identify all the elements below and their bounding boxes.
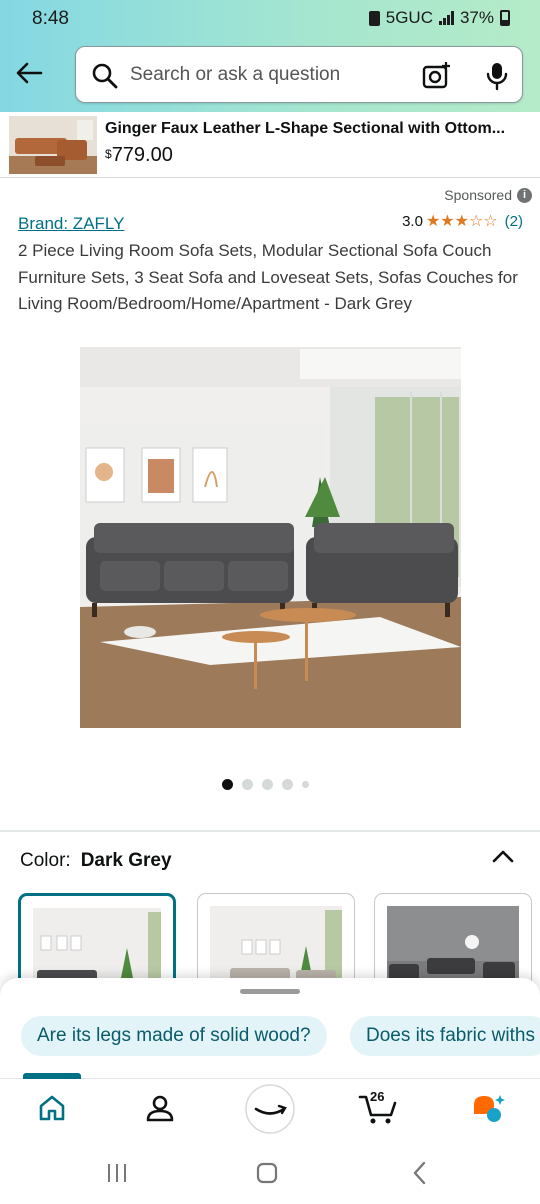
- nav-home[interactable]: [37, 1093, 67, 1128]
- status-bar: 8:48 5GUC 37%: [0, 0, 540, 38]
- carousel-dot[interactable]: [302, 781, 309, 788]
- product-image[interactable]: [80, 347, 461, 728]
- rufus-assistant-icon: [474, 1095, 505, 1122]
- nav-rufus[interactable]: [470, 1093, 506, 1130]
- suggested-question-chip[interactable]: Are its legs made of solid wood?: [21, 1016, 327, 1056]
- back-nav-icon[interactable]: [410, 1160, 430, 1186]
- star-rating-icon: ★ ★ ★ ☆ ☆: [425, 212, 498, 230]
- nav-account[interactable]: [145, 1093, 175, 1128]
- battery-percent: 37%: [459, 8, 494, 27]
- system-nav-bar: [0, 1144, 540, 1204]
- sponsored-label[interactable]: Sponsored i: [444, 187, 532, 203]
- nav-cart[interactable]: 26: [358, 1089, 398, 1130]
- back-button[interactable]: [12, 56, 46, 90]
- bottom-nav: 26: [0, 1073, 540, 1144]
- amazon-smile-icon: [245, 1084, 295, 1134]
- color-value: Dark Grey: [80, 850, 172, 871]
- status-right: 5GUC 37%: [368, 8, 510, 28]
- person-icon: [146, 1095, 174, 1122]
- status-time: 8:48: [32, 8, 69, 29]
- recent-item-price: $779.00: [105, 144, 173, 166]
- home-button-icon[interactable]: [255, 1160, 279, 1186]
- camera-search-icon[interactable]: [422, 61, 452, 91]
- product-title: 2 Piece Living Room Sofa Sets, Modular S…: [18, 241, 518, 313]
- recent-item-title: Ginger Faux Leather L-Shape Sectional wi…: [105, 120, 506, 137]
- battery-icon: [500, 10, 510, 26]
- star-filled-icon: ★: [440, 212, 455, 230]
- recent-item-thumbnail: [9, 116, 97, 174]
- carousel-indicator[interactable]: [222, 779, 309, 790]
- sheet-drag-handle[interactable]: [240, 989, 300, 994]
- search-bar[interactable]: Search or ask a question: [75, 46, 523, 103]
- microphone-icon[interactable]: [484, 61, 510, 91]
- carousel-dot[interactable]: [242, 779, 253, 790]
- rating-summary[interactable]: 3.0 ★ ★ ★ ☆ ☆ (2): [402, 213, 523, 230]
- suggested-question-chip[interactable]: Does its fabric withs: [350, 1016, 540, 1056]
- section-divider: [0, 830, 540, 832]
- info-icon: i: [517, 187, 532, 203]
- recent-apps-icon[interactable]: [105, 1160, 129, 1186]
- sim-icon: [368, 10, 380, 26]
- star-empty-icon: ☆: [483, 212, 498, 230]
- brand-link[interactable]: Brand: ZAFLY: [18, 214, 124, 234]
- rating-count: (2): [504, 213, 523, 230]
- nav-amazon-logo[interactable]: [244, 1083, 296, 1140]
- cart-count: 26: [370, 1089, 385, 1104]
- back-arrow-icon: [16, 62, 43, 84]
- chevron-up-icon[interactable]: [492, 848, 514, 864]
- questions-sheet: Are its legs made of solid wood? Does it…: [0, 978, 540, 1078]
- recently-viewed-item[interactable]: Ginger Faux Leather L-Shape Sectional wi…: [0, 112, 540, 178]
- star-filled-icon: ★: [425, 212, 441, 230]
- carousel-dot[interactable]: [262, 779, 273, 790]
- network-label: 5GUC: [385, 8, 433, 27]
- active-tab-indicator: [23, 1073, 81, 1079]
- home-icon: [39, 1095, 65, 1121]
- search-icon: [92, 63, 118, 89]
- color-label: Color:: [20, 850, 71, 871]
- signal-icon: [438, 11, 454, 25]
- carousel-dot[interactable]: [282, 779, 293, 790]
- carousel-dot[interactable]: [222, 779, 233, 790]
- star-filled-icon: ★: [454, 212, 469, 230]
- star-empty-icon: ☆: [468, 212, 484, 230]
- rating-value: 3.0: [402, 213, 423, 230]
- color-selector-header[interactable]: Color: Dark Grey: [20, 850, 172, 872]
- search-placeholder: Search or ask a question: [130, 64, 341, 85]
